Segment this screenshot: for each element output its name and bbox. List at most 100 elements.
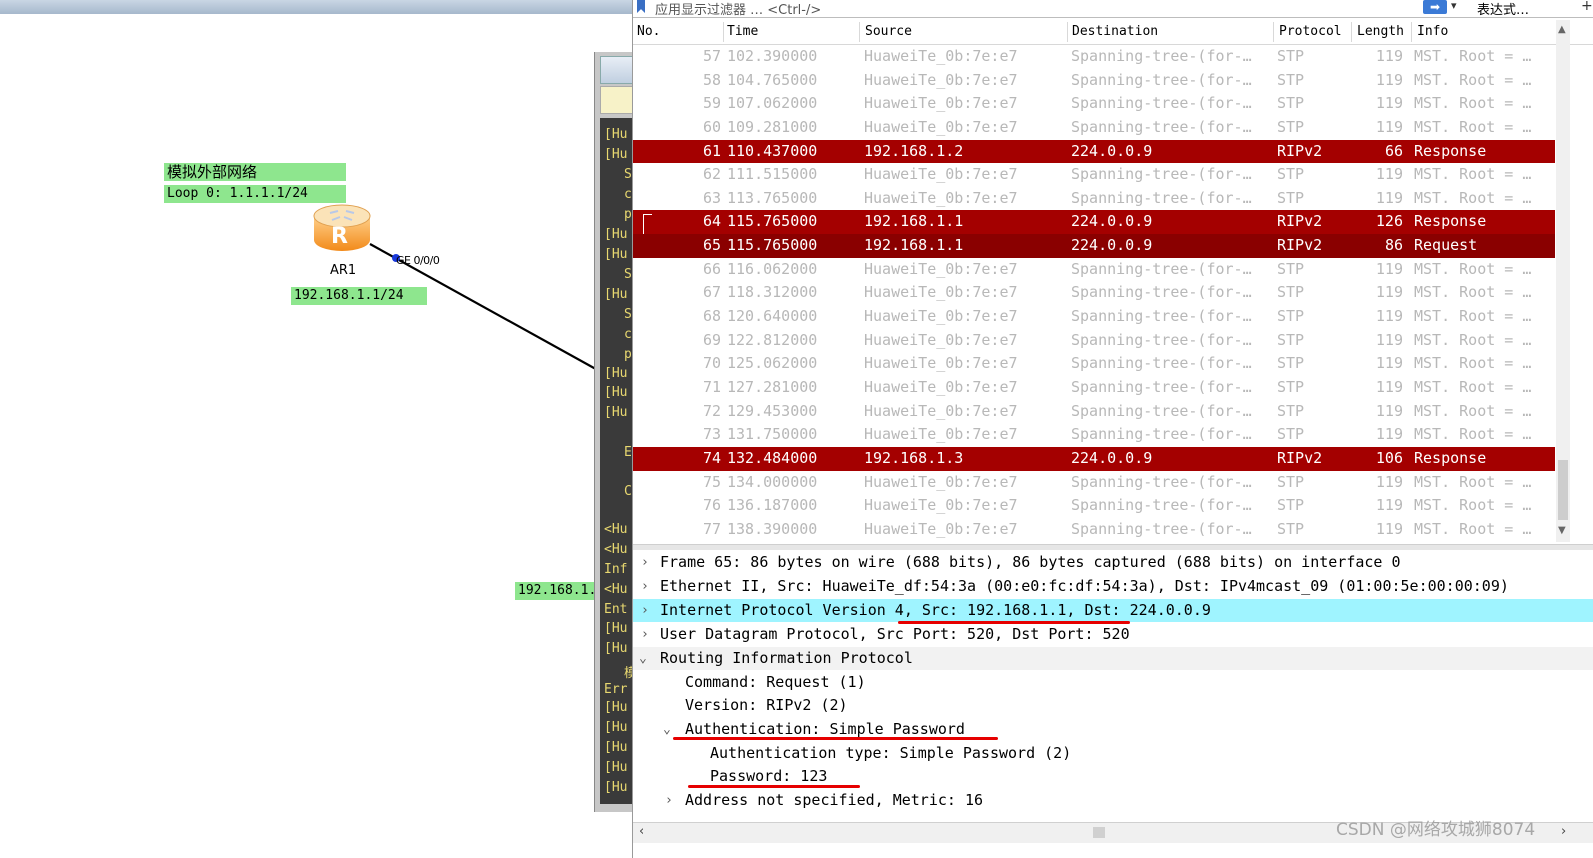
display-filter-bar[interactable]: 应用显示过滤器 … <Ctrl-/> ➡ ▾ 表达式… + — [633, 0, 1593, 18]
packet-row[interactable]: 62 111.515000 HuaweiTe_0b:7e:e7 Spanning-tr… — [633, 163, 1555, 187]
packet-row[interactable]: 64 115.765000 192.168.1.1 224.0.0.9 RIPv2 126… — [633, 210, 1555, 239]
packet-cell-no: 58 — [702, 70, 721, 89]
detail-text: Authentication type: Simple Password (2) — [710, 744, 1072, 762]
scrollbar-thumb[interactable] — [1558, 460, 1568, 520]
packet-cell-time: 115.765000 — [727, 212, 818, 231]
packet-row[interactable]: 68 120.640000 HuaweiTe_0b:7e:e7 Spanning-tr… — [633, 305, 1555, 329]
detail-frame[interactable]: › Frame 65: 86 bytes on wire (688 bits),… — [633, 551, 1593, 574]
packet-cell-no: 75 — [702, 472, 721, 491]
packet-cell-len: 119 — [1375, 70, 1403, 89]
packet-row[interactable]: 61 110.437000 192.168.1.2 224.0.0.9 RIPv2 66 R… — [633, 139, 1555, 164]
packet-cell-proto: RIPv2 — [1277, 236, 1323, 255]
packet-row[interactable]: 59 107.062000 HuaweiTe_0b:7e:e7 Spanning-tr… — [633, 92, 1555, 116]
packet-cell-time: 132.484000 — [727, 448, 818, 467]
packet-cell-time: 122.812000 — [727, 330, 818, 349]
column-source[interactable]: Source — [865, 24, 912, 39]
packet-cell-no: 60 — [702, 117, 721, 136]
packet-cell-info: MST. Root = … — [1414, 496, 1532, 515]
packet-row[interactable]: 77 138.390000 HuaweiTe_0b:7e:e7 Spanning-tr… — [633, 518, 1555, 542]
expand-chevron-icon[interactable]: › — [641, 551, 649, 574]
packet-row[interactable]: 65 115.765000 192.168.1.1 224.0.0.9 RIPv2 86 R… — [633, 234, 1555, 258]
packet-row[interactable]: 72 129.453000 HuaweiTe_0b:7e:e7 Spanning-tr… — [633, 400, 1555, 424]
collapse-chevron-icon[interactable]: ⌄ — [639, 647, 647, 670]
expand-chevron-icon[interactable]: › — [665, 789, 673, 812]
packet-cell-dst: Spanning-tree-(for-… — [1071, 259, 1252, 278]
packet-cell-dst: Spanning-tree-(for-… — [1071, 496, 1252, 515]
expand-chevron-icon[interactable]: › — [641, 575, 649, 598]
packet-cell-src: 192.168.1.1 — [864, 236, 964, 255]
packet-row[interactable]: 63 113.765000 HuaweiTe_0b:7e:e7 Spanning-tr… — [633, 187, 1555, 211]
detail-address[interactable]: › Address not specified, Metric: 16 — [633, 789, 1593, 812]
filter-dropdown-icon[interactable]: ▾ — [1451, 0, 1457, 12]
packet-cell-no: 69 — [702, 330, 721, 349]
packet-cell-time: 120.640000 — [727, 307, 818, 326]
detail-version[interactable]: Version: RIPv2 (2) — [633, 694, 1593, 717]
packet-cell-dst: 224.0.0.9 — [1071, 141, 1153, 160]
packet-list-scrollbar[interactable]: ▲ ▼ — [1556, 20, 1570, 542]
expression-button[interactable]: 表达式… — [1477, 0, 1529, 18]
packet-cell-info: MST. Root = … — [1414, 401, 1532, 420]
packet-row[interactable]: 60 109.281000 HuaweiTe_0b:7e:e7 Spanning-tr… — [633, 116, 1555, 140]
hscroll-thumb[interactable] — [1093, 827, 1105, 838]
packet-cell-info: Request — [1414, 236, 1478, 255]
display-filter-input[interactable]: 应用显示过滤器 … <Ctrl-/> — [655, 0, 821, 18]
packet-row[interactable]: 66 116.062000 HuaweiTe_0b:7e:e7 Spanning-tr… — [633, 258, 1555, 282]
packet-cell-len: 119 — [1375, 117, 1403, 136]
scroll-up-icon[interactable]: ▲ — [1558, 24, 1566, 35]
packet-details[interactable]: › Frame 65: 86 bytes on wire (688 bits),… — [633, 551, 1593, 821]
packet-cell-proto: STP — [1277, 354, 1305, 373]
packet-list[interactable]: 57 102.390000 HuaweiTe_0b:7e:e7 Spanning-tr… — [633, 45, 1555, 542]
packet-cell-len: 119 — [1375, 307, 1403, 326]
expand-chevron-icon[interactable]: › — [641, 599, 649, 622]
packet-row[interactable]: 58 104.765000 HuaweiTe_0b:7e:e7 Spanning-tr… — [633, 69, 1555, 93]
detail-ethernet[interactable]: › Ethernet II, Src: HuaweiTe_df:54:3a (0… — [633, 575, 1593, 598]
detail-text: Routing Information Protocol — [660, 649, 913, 667]
loopback-label: Loop 0: 1.1.1.1/24 — [164, 185, 346, 203]
scroll-right-icon[interactable]: › — [1561, 824, 1566, 839]
column-info[interactable]: Info — [1417, 24, 1448, 39]
packet-cell-info: MST. Root = … — [1414, 47, 1532, 65]
packet-row[interactable]: 75 134.000000 HuaweiTe_0b:7e:e7 Spanning-tr… — [633, 471, 1555, 495]
packet-row[interactable]: 67 118.312000 HuaweiTe_0b:7e:e7 Spanning-tr… — [633, 281, 1555, 305]
packet-row[interactable]: 73 131.750000 HuaweiTe_0b:7e:e7 Spanning-tr… — [633, 423, 1555, 447]
packet-cell-info: MST. Root = … — [1414, 165, 1532, 184]
packet-cell-no: 74 — [702, 448, 721, 467]
detail-ip[interactable]: › Internet Protocol Version 4, Src: 192.… — [633, 599, 1593, 622]
detail-udp[interactable]: › User Datagram Protocol, Src Port: 520,… — [633, 623, 1593, 646]
column-no[interactable]: No. — [637, 24, 660, 39]
packet-cell-proto: STP — [1277, 496, 1305, 515]
packet-cell-proto: STP — [1277, 283, 1305, 302]
packet-cell-info: MST. Root = … — [1414, 330, 1532, 349]
packet-cell-no: 72 — [702, 401, 721, 420]
packet-cell-time: 127.281000 — [727, 377, 818, 396]
scroll-left-icon[interactable]: ‹ — [639, 824, 644, 839]
column-length[interactable]: Length — [1357, 24, 1404, 39]
packet-row[interactable]: 71 127.281000 HuaweiTe_0b:7e:e7 Spanning-tr… — [633, 376, 1555, 400]
scroll-down-icon[interactable]: ▼ — [1558, 525, 1566, 536]
apply-filter-arrow-icon[interactable]: ➡ — [1423, 0, 1447, 14]
add-filter-button[interactable]: + — [1581, 0, 1593, 14]
bookmark-icon[interactable] — [637, 0, 645, 13]
pane-divider[interactable] — [633, 544, 1593, 550]
expand-chevron-icon[interactable]: › — [641, 623, 649, 646]
column-destination[interactable]: Destination — [1072, 24, 1158, 39]
packet-row[interactable]: 69 122.812000 HuaweiTe_0b:7e:e7 Spanning-tr… — [633, 329, 1555, 353]
column-time[interactable]: Time — [727, 24, 758, 39]
column-protocol[interactable]: Protocol — [1279, 24, 1342, 39]
packet-cell-info: MST. Root = … — [1414, 94, 1532, 113]
collapse-chevron-icon[interactable]: ⌄ — [663, 718, 671, 741]
packet-cell-len: 119 — [1375, 94, 1403, 113]
packet-row[interactable]: 74 132.484000 192.168.1.3 224.0.0.9 RIPv2 106… — [633, 446, 1555, 471]
detail-text: Address not specified, Metric: 16 — [685, 791, 984, 809]
detail-rip[interactable]: ⌄ Routing Information Protocol — [633, 647, 1593, 670]
packet-row[interactable]: 70 125.062000 HuaweiTe_0b:7e:e7 Spanning-tr… — [633, 352, 1555, 376]
packet-row[interactable]: 57 102.390000 HuaweiTe_0b:7e:e7 Spanning-tr… — [633, 45, 1555, 69]
packet-cell-src: 192.168.1.2 — [864, 141, 964, 160]
packet-cell-info: MST. Root = … — [1414, 307, 1532, 326]
packet-cell-len: 119 — [1375, 354, 1403, 373]
packet-cell-time: 129.453000 — [727, 401, 818, 420]
detail-auth-type[interactable]: Authentication type: Simple Password (2) — [633, 742, 1593, 765]
packet-row[interactable]: 76 136.187000 HuaweiTe_0b:7e:e7 Spanning-tr… — [633, 494, 1555, 518]
packet-cell-proto: RIPv2 — [1277, 141, 1323, 160]
detail-command[interactable]: Command: Request (1) — [633, 671, 1593, 694]
